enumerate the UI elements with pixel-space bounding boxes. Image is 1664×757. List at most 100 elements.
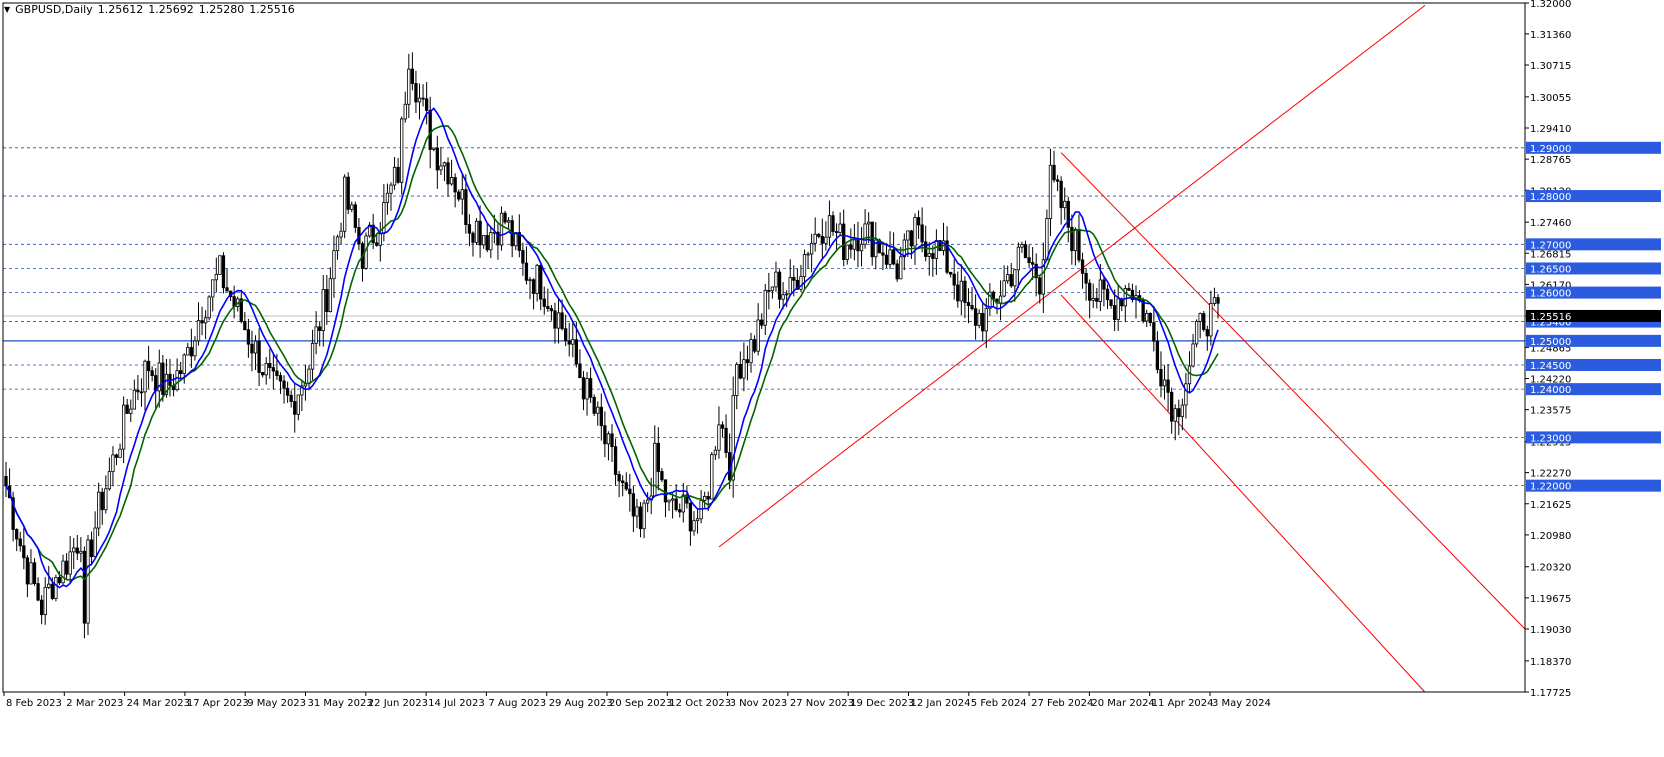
x-tick-label: 27 Nov 2023 bbox=[790, 698, 854, 709]
candle-body bbox=[638, 506, 643, 530]
candle-body bbox=[161, 362, 165, 395]
candle-body bbox=[446, 162, 450, 185]
candle-body bbox=[902, 239, 906, 258]
x-tick-label: 20 Sep 2023 bbox=[609, 698, 672, 709]
candle-body bbox=[18, 538, 22, 547]
candle-body bbox=[621, 480, 625, 484]
candle-body bbox=[1187, 365, 1192, 385]
candle-body bbox=[663, 479, 668, 503]
candle-body bbox=[849, 244, 853, 250]
candle-body bbox=[1084, 272, 1088, 284]
level-label: 1.23000 bbox=[1530, 433, 1571, 444]
candle-body bbox=[182, 354, 186, 375]
candle-body bbox=[93, 527, 97, 558]
candle-body bbox=[799, 276, 803, 290]
trend-lines[interactable] bbox=[718, 5, 1526, 693]
candle-body bbox=[410, 68, 415, 84]
candle-body bbox=[906, 230, 910, 241]
x-tick-label: 8 Feb 2023 bbox=[6, 698, 62, 709]
candle-body bbox=[68, 551, 72, 575]
trend-line[interactable] bbox=[718, 5, 1426, 548]
candle-body bbox=[207, 296, 211, 319]
y-tick-label: 1.19675 bbox=[1530, 594, 1571, 605]
candle-body bbox=[867, 221, 871, 225]
candle-body bbox=[767, 289, 771, 292]
y-tick-label: 1.31360 bbox=[1530, 30, 1571, 41]
candle-body bbox=[424, 98, 429, 111]
candle-body bbox=[396, 166, 400, 183]
candle-body bbox=[389, 184, 393, 194]
candle-body bbox=[79, 550, 83, 554]
candle-body bbox=[521, 250, 525, 264]
candle-body bbox=[1145, 312, 1149, 322]
candle-body bbox=[310, 342, 315, 370]
candle-body bbox=[909, 230, 914, 247]
candle-body bbox=[1209, 303, 1213, 337]
candle-body bbox=[449, 177, 454, 185]
candle-body bbox=[136, 389, 140, 393]
x-tick-label: 11 Apr 2024 bbox=[1152, 698, 1214, 709]
candle-body bbox=[763, 289, 767, 326]
candle-body bbox=[895, 263, 899, 280]
candle-body bbox=[881, 252, 885, 256]
candle-body bbox=[981, 313, 985, 332]
trend-line[interactable] bbox=[1060, 152, 1526, 630]
candle-body bbox=[692, 520, 696, 532]
candle-body bbox=[278, 375, 283, 382]
trend-line[interactable] bbox=[1060, 294, 1426, 693]
candle-body bbox=[845, 244, 849, 260]
candle-body bbox=[4, 475, 8, 487]
candle-body bbox=[407, 68, 411, 105]
x-tick-label: 5 Feb 2024 bbox=[971, 698, 1027, 709]
candle-body bbox=[1048, 164, 1053, 219]
candle-body bbox=[656, 442, 660, 472]
candle-body bbox=[792, 276, 796, 281]
candle-body bbox=[564, 328, 568, 342]
candle-body bbox=[139, 391, 144, 394]
x-tick-label: 7 Aug 2023 bbox=[488, 698, 546, 709]
candle-body bbox=[578, 363, 582, 379]
candle-body bbox=[585, 378, 589, 400]
candle-body bbox=[688, 502, 693, 532]
candle-body bbox=[817, 233, 821, 237]
candle-body bbox=[296, 394, 300, 415]
candle-body bbox=[674, 498, 678, 511]
candle-body bbox=[82, 550, 87, 624]
candle-body bbox=[913, 217, 917, 247]
candle-body bbox=[1020, 244, 1024, 248]
candle-body bbox=[107, 471, 112, 490]
candle-body bbox=[752, 339, 757, 352]
candle-body bbox=[203, 317, 208, 324]
candle-body bbox=[806, 253, 810, 256]
candle-body bbox=[1091, 297, 1095, 301]
candle-body bbox=[318, 326, 322, 331]
candle-body bbox=[774, 271, 778, 288]
level-label: 1.28000 bbox=[1530, 192, 1571, 203]
candle-body bbox=[653, 442, 657, 497]
candle-body bbox=[899, 256, 903, 280]
candle-body bbox=[478, 220, 482, 246]
candle-body bbox=[97, 491, 101, 529]
candle-body bbox=[667, 499, 671, 503]
candle-body bbox=[467, 224, 472, 234]
level-label: 1.24500 bbox=[1530, 361, 1571, 372]
candle-body bbox=[948, 271, 953, 275]
candle-body bbox=[50, 583, 54, 599]
candle-body bbox=[86, 539, 90, 624]
candle-body bbox=[350, 204, 354, 210]
candle-body bbox=[243, 321, 247, 331]
candle-body bbox=[927, 253, 931, 257]
level-label: 1.25000 bbox=[1530, 337, 1571, 348]
x-tick-label: 31 May 2023 bbox=[308, 698, 373, 709]
candle-body bbox=[642, 502, 646, 530]
level-label: 1.26500 bbox=[1530, 264, 1571, 275]
candle-body bbox=[635, 506, 639, 517]
candle-body bbox=[678, 509, 682, 513]
candle-body bbox=[225, 287, 229, 292]
price-chart[interactable]: 1.32000 1.31360 1.30715 1.30055 1.29410 1.287… bbox=[0, 0, 1664, 757]
candle-body bbox=[1127, 288, 1131, 291]
candle-body bbox=[567, 340, 571, 345]
candle-body bbox=[681, 494, 685, 513]
candle-body bbox=[414, 83, 418, 103]
candle-body bbox=[1216, 297, 1220, 304]
